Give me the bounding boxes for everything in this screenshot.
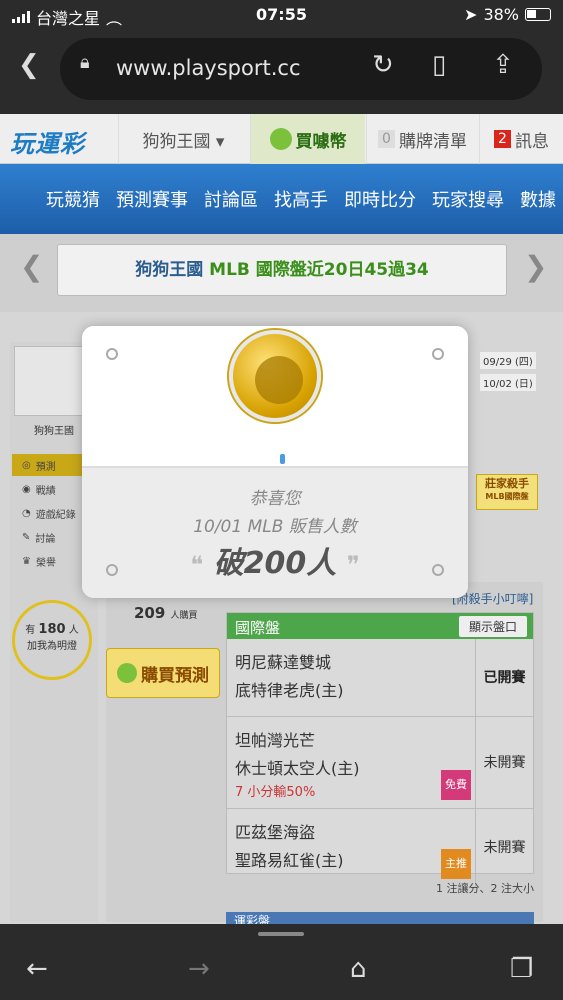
coin-icon xyxy=(269,128,292,150)
games-table-title: 國際盤 xyxy=(235,619,281,637)
light-count: 180 xyxy=(38,622,66,637)
light-prefix: 有 xyxy=(25,625,36,636)
browser-toolbar: ❮ 🔒︎ www.playsport.cc ↻ ▯ ⇪ xyxy=(0,30,563,114)
target-icon: ◎ xyxy=(22,459,31,471)
game-status: 未開賽 xyxy=(475,809,533,887)
banner-next-icon[interactable]: ❯ xyxy=(524,250,547,283)
screw-icon xyxy=(106,348,118,360)
buyer-number: 209 xyxy=(134,604,166,622)
show-odds-button[interactable]: 顯示盤口 xyxy=(458,616,527,637)
clock-icon: ◔ xyxy=(22,507,31,519)
cart-label: 購牌清單 xyxy=(398,131,467,152)
modal-line-2: 10/01 MLB 販售人數 xyxy=(193,517,357,537)
date-chip: 10/02 (日) xyxy=(480,374,536,391)
back-chevron-icon[interactable]: ❮ xyxy=(18,50,40,80)
buyer-label: 人購買 xyxy=(170,611,198,621)
light-suffix: 人 xyxy=(68,625,79,636)
buyer-count: 209 人購買 xyxy=(134,604,198,622)
browser-bottom-toolbar: ← → ⌂ ❐ xyxy=(0,924,563,1000)
indicator-icon xyxy=(280,454,285,464)
banner-user: 狗狗王國 xyxy=(135,260,204,280)
table-row[interactable]: 明尼蘇達雙城 底特律老虎(主) 已開賽 xyxy=(227,639,533,717)
battery-icon xyxy=(525,8,551,21)
share-icon[interactable]: ⇪ xyxy=(492,50,514,80)
free-tag: 免費 xyxy=(441,770,471,800)
back-arrow-icon[interactable]: ← xyxy=(26,954,48,984)
gold-medal-icon xyxy=(229,330,321,422)
modal-line-1: 恭喜您 xyxy=(249,489,301,509)
main-pick-tag: 主推 xyxy=(441,849,471,879)
nav-item-predict[interactable]: 預測賽事 xyxy=(116,186,188,212)
open-quote-icon: ❝ xyxy=(190,551,204,579)
messages-label: 訊息 xyxy=(514,131,549,152)
nav-item-livescore[interactable]: 即時比分 xyxy=(344,186,416,212)
close-quote-icon: ❞ xyxy=(346,551,360,579)
url-text: www.playsport.cc xyxy=(116,56,301,80)
drag-handle[interactable] xyxy=(258,932,304,936)
address-bar[interactable]: 🔒︎ www.playsport.cc ↻ ▯ ⇪ xyxy=(60,38,542,100)
games-table: 國際盤 顯示盤口 明尼蘇達雙城 底特律老虎(主) 已開賽 坦帕灣光芒 休士頓太空… xyxy=(226,612,534,887)
chat-icon: ◉ xyxy=(22,483,31,495)
buy-prediction-button[interactable]: 購買預測 xyxy=(106,648,220,698)
tabs-icon[interactable]: ❐ xyxy=(510,954,533,984)
nav-item-player-search[interactable]: 玩家搜尋 xyxy=(432,186,504,212)
reload-icon[interactable]: ↻ xyxy=(372,50,394,80)
killer-badge: 莊家殺手 MLB國際盤 xyxy=(476,474,538,510)
sidebar-item-label: 遊戲紀錄 xyxy=(35,509,76,521)
lock-icon: 🔒︎ xyxy=(80,52,90,73)
promo-banner: ❮ 狗狗王國 MLB 國際盤近20日45過34 ❯ xyxy=(0,234,563,312)
battery-percent: 38% xyxy=(483,5,519,24)
game-status: 已開賽 xyxy=(475,639,533,716)
nav-item-data[interactable]: 數據 xyxy=(520,186,556,212)
buy-prediction-label: 購買預測 xyxy=(141,665,209,686)
site-logo[interactable]: 玩運彩 xyxy=(10,124,85,159)
bet-summary: 1 注讓分、2 注大小 xyxy=(436,882,534,895)
game-status: 未開賽 xyxy=(475,717,533,808)
sidebar-item-label: 預測 xyxy=(35,461,56,473)
sidebar-item-label: 討論 xyxy=(35,533,56,545)
people-icon xyxy=(255,356,303,404)
messages-link[interactable]: 2 訊息 xyxy=(479,114,563,164)
cart-link[interactable]: 0 購牌清單 xyxy=(366,114,478,164)
nav-item-guess[interactable]: 玩競猜 xyxy=(46,186,100,212)
ios-status-bar: 台灣之星 ︵ 07:55 ➤ 38% xyxy=(0,0,563,30)
edit-icon: ✎ xyxy=(22,531,31,543)
banner-prev-icon[interactable]: ❮ xyxy=(20,250,43,283)
message-count: 2 xyxy=(494,130,511,148)
forward-arrow-icon[interactable]: → xyxy=(188,954,210,984)
user-menu[interactable]: 狗狗王國 ▾ xyxy=(118,114,248,164)
location-icon: ➤ xyxy=(464,5,478,24)
table-row[interactable]: 坦帕灣光芒 休士頓太空人(主) 7 小分輸50% 免費 未開賽 xyxy=(227,717,533,809)
buy-coins-button[interactable]: 買噱幣 xyxy=(250,114,365,164)
modal-headline: ❝ 破200人 ❞ xyxy=(82,538,468,582)
table-row[interactable]: 匹茲堡海盜 聖路易紅雀(主) 主推 未開賽 xyxy=(227,809,533,887)
nav-item-experts[interactable]: 找高手 xyxy=(274,186,328,212)
killer-badge-title: 莊家殺手 xyxy=(485,477,529,490)
cart-count: 0 xyxy=(378,130,395,148)
nav-item-forum[interactable]: 討論區 xyxy=(204,186,258,212)
buy-coins-label: 買噱幣 xyxy=(295,131,347,152)
date-chip: 09/29 (四) xyxy=(480,352,536,369)
banner-text-box[interactable]: 狗狗王國 MLB 國際盤近20日45過34 xyxy=(57,244,507,296)
home-icon[interactable]: ⌂ xyxy=(350,954,367,984)
games-table-header: 國際盤 顯示盤口 xyxy=(227,613,533,639)
light-subtitle: 加我為明燈 xyxy=(27,641,77,652)
avatar[interactable] xyxy=(14,346,92,416)
killer-badge-sub: MLB國際盤 xyxy=(485,492,529,501)
banner-record: MLB 國際盤近20日45過34 xyxy=(209,260,429,280)
sidebar-item-label: 戰績 xyxy=(35,485,56,497)
congrats-modal: 恭喜您 10/01 MLB 販售人數 ❝ 破200人 ❞ xyxy=(82,326,468,598)
site-header: 玩運彩 狗狗王國 ▾ 買噱幣 0 購牌清單 2 訊息 xyxy=(0,114,563,164)
modal-headline-text: 破200人 xyxy=(213,546,337,581)
trophy-icon: ♛ xyxy=(22,555,31,567)
main-nav: 玩競猜 預測賽事 討論區 找高手 即時比分 玩家搜尋 數據 xyxy=(0,164,563,234)
status-right: ➤ 38% xyxy=(464,5,551,24)
bookmark-icon[interactable]: ▯ xyxy=(432,50,446,80)
lightbulb-widget[interactable]: 有 180 人 加我為明燈 xyxy=(12,600,92,680)
sidebar-item-label: 榮譽 xyxy=(35,557,56,569)
screw-icon xyxy=(432,348,444,360)
coin-icon xyxy=(117,663,137,683)
